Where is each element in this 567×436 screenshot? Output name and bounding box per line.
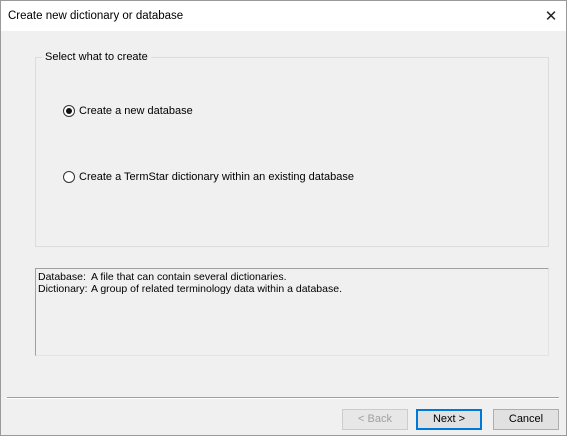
dialog-window: Create new dictionary or database ✕ Sele… <box>0 0 567 436</box>
info-term: Database: <box>38 271 86 283</box>
radio-button-selected[interactable] <box>63 105 75 117</box>
radio-button-unselected[interactable] <box>63 171 75 183</box>
option-create-new-database[interactable]: Create a new database <box>63 105 193 117</box>
description-box: Database: A file that can contain severa… <box>35 268 549 356</box>
next-button[interactable]: Next > <box>416 409 482 430</box>
info-term: Dictionary: <box>38 283 88 295</box>
option-label[interactable]: Create a TermStar dictionary within an e… <box>79 171 354 183</box>
info-row-database: Database: A file that can contain severa… <box>38 271 287 283</box>
select-what-to-create-group: Select what to create <box>35 51 549 247</box>
info-row-dictionary: Dictionary: A group of related terminolo… <box>38 283 342 295</box>
close-icon[interactable]: ✕ <box>536 1 566 31</box>
cancel-button[interactable]: Cancel <box>493 409 559 430</box>
info-definition: A file that can contain several dictiona… <box>91 271 287 283</box>
title-bar: Create new dictionary or database ✕ <box>1 1 566 31</box>
option-create-termstar-dictionary[interactable]: Create a TermStar dictionary within an e… <box>63 171 354 183</box>
group-legend: Select what to create <box>42 51 151 63</box>
back-button[interactable]: < Back <box>342 409 408 430</box>
option-label[interactable]: Create a new database <box>79 105 193 117</box>
info-definition: A group of related terminology data with… <box>91 283 342 295</box>
window-title: Create new dictionary or database <box>8 10 184 22</box>
button-separator <box>7 397 559 399</box>
